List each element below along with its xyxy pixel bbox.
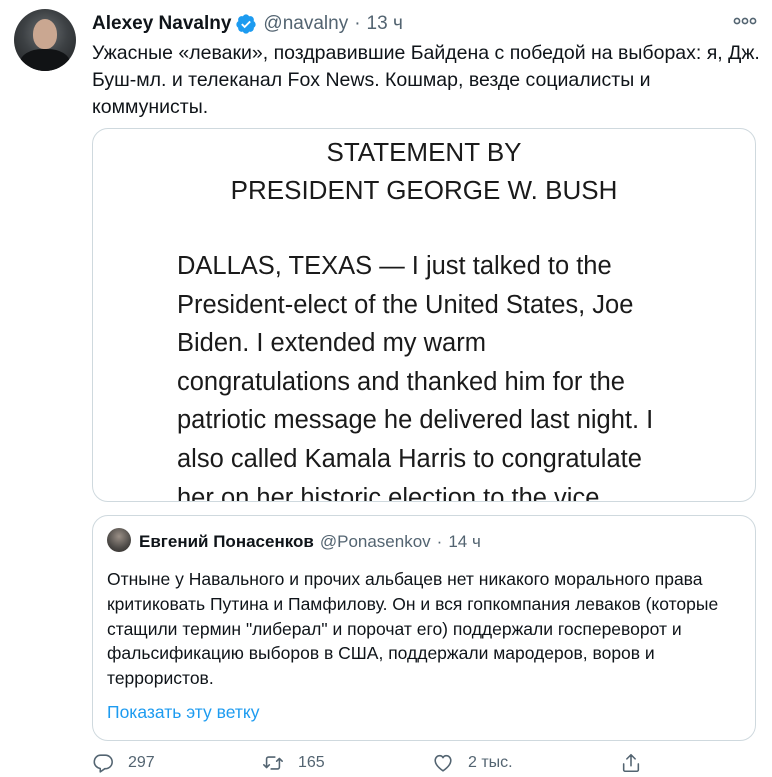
like-icon: [434, 754, 452, 772]
retweet-icon: [263, 756, 283, 770]
quoted-tweet[interactable]: Евгений Понасенков @Ponasenkov · 14 ч От…: [92, 515, 756, 741]
quoted-tweet-time: 14 ч: [448, 532, 481, 551]
author-name[interactable]: Alexey Navalny: [92, 13, 231, 35]
quoted-author-name: Евгений Понасенков: [139, 532, 314, 551]
retweet-button[interactable]: 165: [262, 750, 325, 776]
statement-body: DALLAS, TEXAS — I just talked to the Pre…: [177, 252, 654, 502]
quoted-tweet-header: Евгений Понасенков @Ponasenkov · 14 ч: [139, 532, 481, 552]
like-button[interactable]: 2 тыс.: [432, 750, 513, 776]
tweet-time[interactable]: 13 ч: [367, 13, 403, 35]
reply-icon: [93, 754, 113, 773]
share-button[interactable]: [620, 750, 656, 776]
show-thread-link[interactable]: Показать эту ветку: [107, 702, 260, 723]
author-avatar[interactable]: [14, 9, 76, 71]
tweet-header: Alexey Navalny @navalny · 13 ч: [92, 12, 403, 36]
quoted-author-handle: @Ponasenkov: [319, 532, 431, 551]
tweet-media-image[interactable]: STATEMENT BY PRESIDENT GEORGE W. BUSH DA…: [92, 128, 756, 502]
tweet-text: Ужасные «леваки», поздравившие Байдена с…: [92, 42, 760, 118]
like-count: 2 тыс.: [468, 754, 513, 771]
more-icon[interactable]: [732, 10, 758, 32]
header-separator: ·: [354, 13, 361, 34]
tweet: Alexey Navalny @navalny · 13 ч Ужасные «…: [0, 0, 772, 777]
quoted-author-avatar: [107, 528, 131, 552]
retweet-count: 165: [298, 754, 325, 771]
verified-icon: [236, 14, 257, 34]
avatar-body: [20, 49, 70, 71]
reply-count: 297: [128, 754, 155, 771]
avatar-head: [33, 19, 57, 49]
reply-button[interactable]: 297: [92, 750, 155, 776]
statement-title-line1: STATEMENT BY: [326, 137, 522, 167]
author-handle[interactable]: @navalny: [263, 13, 348, 35]
quoted-tweet-text: Отныне у Навального и прочих альбацев не…: [107, 569, 719, 689]
statement-title-line2: PRESIDENT GEORGE W. BUSH: [230, 175, 618, 205]
quoted-header-separator: ·: [436, 532, 443, 551]
tweet-actions: 297 165 2 тыс.: [92, 750, 652, 776]
share-icon: [622, 753, 640, 773]
